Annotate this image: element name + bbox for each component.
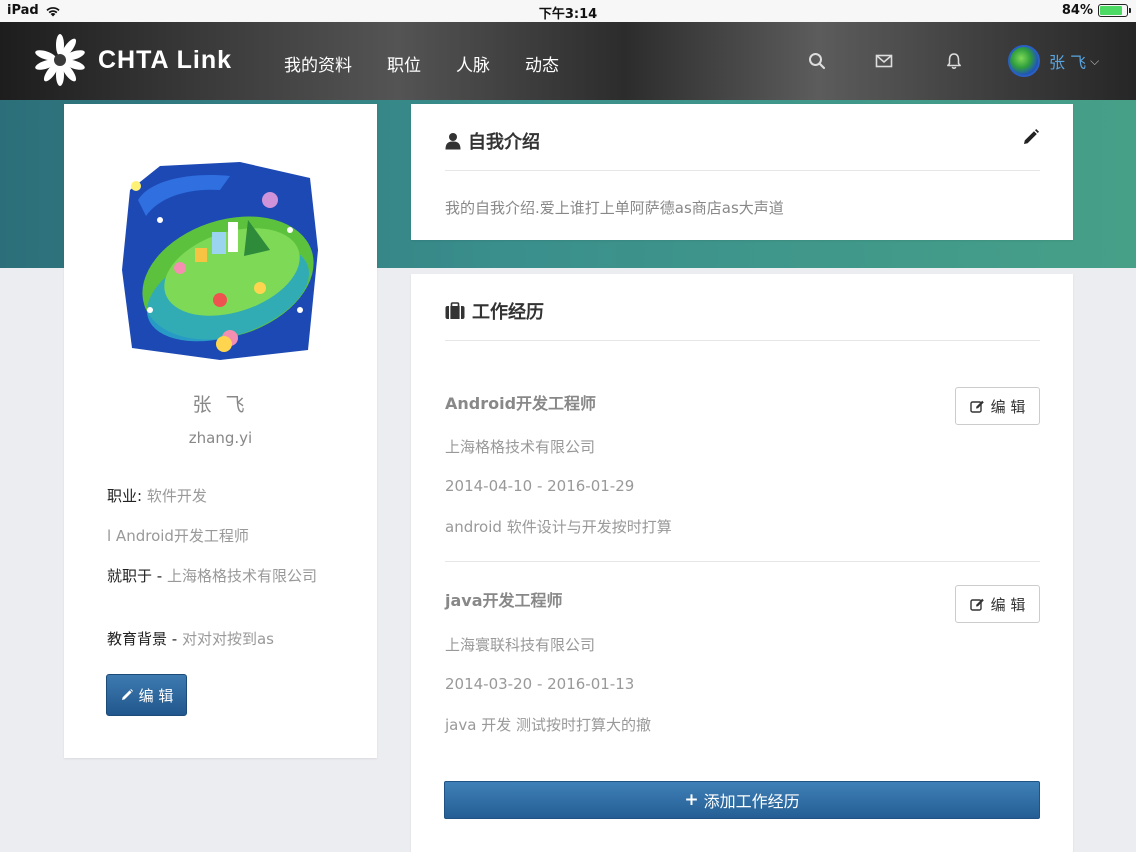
occupation-value: 软件开发	[146, 487, 207, 505]
mail-icon[interactable]	[875, 52, 893, 70]
divider	[445, 340, 1040, 341]
edit-icon	[969, 598, 984, 611]
education-value: 对对对按到as	[181, 630, 274, 648]
profile-picture[interactable]	[120, 160, 322, 362]
edit-job-label: 编 辑	[990, 595, 1026, 614]
job-title: Android开发工程师	[445, 394, 597, 413]
briefcase-icon	[445, 302, 465, 319]
profile-employer: 就职于 - 上海格格技术有限公司	[107, 565, 337, 587]
bell-icon[interactable]	[945, 52, 963, 70]
user-icon	[445, 133, 461, 150]
logo-mark-icon	[35, 34, 85, 86]
battery-percent: 84%	[1061, 3, 1093, 18]
nav-link-jobs[interactable]: 职位	[387, 51, 421, 76]
intro-title: 自我介绍	[468, 132, 540, 153]
intro-card: 自我介绍 我的自我介绍.爱上谁打上单阿萨德as商店as大声道	[411, 104, 1073, 240]
edit-job-button[interactable]: 编 辑	[955, 387, 1040, 425]
job-company: 上海格格技术有限公司	[445, 438, 596, 456]
status-bar: iPad 下午3:14 84%	[0, 0, 1136, 22]
edit-job-button[interactable]: 编 辑	[955, 585, 1040, 623]
job-company: 上海寰联科技有限公司	[445, 636, 596, 654]
employer-value: 上海格格技术有限公司	[166, 567, 317, 585]
work-title: 工作经历	[472, 302, 544, 323]
profile-username: zhang.yi	[188, 429, 253, 447]
add-work-experience-label: 添加工作经历	[703, 792, 800, 811]
intro-text: 我的自我介绍.爱上谁打上单阿萨德as商店as大声道	[445, 199, 784, 217]
job-description: java 开发 测试按时打算大的撤	[445, 716, 651, 734]
brand-logo[interactable]: CHTA Link	[32, 32, 232, 88]
profile-education: 教育背景 - 对对对按到as	[107, 628, 337, 650]
main-nav: 我的资料 职位 人脉 动态	[284, 51, 559, 76]
chevron-down-icon: ⌵	[1090, 53, 1100, 68]
occupation-label: 职业:	[107, 487, 147, 505]
divider	[445, 170, 1040, 171]
edit-icon	[969, 400, 984, 413]
education-label: 教育背景 -	[107, 630, 182, 648]
nav-link-network[interactable]: 人脉	[456, 51, 490, 76]
edit-profile-label: 编 辑	[138, 686, 174, 705]
edit-profile-button[interactable]: 编 辑	[106, 674, 187, 716]
nav-link-feed[interactable]: 动态	[525, 51, 559, 76]
intro-heading: 自我介绍	[445, 128, 540, 154]
search-icon[interactable]	[808, 52, 826, 70]
profile-card: 张 飞 zhang.yi 职业: 软件开发 l Android开发工程师 就职于…	[64, 104, 377, 758]
battery-icon	[1098, 4, 1131, 17]
profile-job-title: l Android开发工程师	[107, 525, 337, 547]
user-name: 张 飞	[1049, 53, 1087, 72]
edit-intro-pencil-icon[interactable]	[1022, 128, 1040, 146]
brand-name: CHTA Link	[98, 45, 232, 74]
profile-occupation: 职业: 软件开发	[107, 485, 337, 507]
divider	[445, 561, 1040, 562]
user-menu[interactable]: 张 飞 ⌵	[1008, 45, 1099, 77]
work-experience-card: 工作经历 Android开发工程师 编 辑 上海格格技术有限公司 2014-04…	[411, 274, 1073, 852]
plus-icon: +	[684, 790, 699, 810]
top-navbar: CHTA Link 我的资料 职位 人脉 动态 张 飞 ⌵	[0, 22, 1136, 100]
pencil-icon	[121, 689, 133, 700]
employer-label: 就职于 -	[107, 567, 167, 585]
avatar	[1008, 45, 1040, 77]
job-dates: 2014-04-10 - 2016-01-29	[445, 477, 635, 495]
job-title: java开发工程师	[445, 591, 563, 610]
add-work-experience-button[interactable]: + 添加工作经历	[444, 781, 1040, 819]
status-time: 下午3:14	[538, 7, 598, 22]
work-heading: 工作经历	[445, 298, 544, 324]
edit-job-label: 编 辑	[990, 397, 1026, 416]
profile-name: 张 飞	[192, 394, 249, 416]
nav-link-profile[interactable]: 我的资料	[284, 51, 352, 76]
job-title-value: l Android开发工程师	[107, 527, 249, 545]
job-description: android 软件设计与开发按时打算	[445, 518, 672, 536]
job-dates: 2014-03-20 - 2016-01-13	[445, 675, 635, 693]
